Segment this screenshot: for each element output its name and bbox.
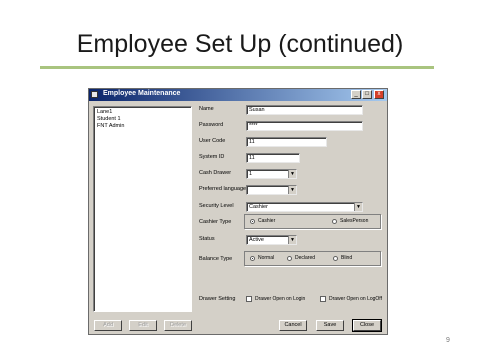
- list-item[interactable]: Student 1: [97, 116, 121, 122]
- window-app-icon: [91, 91, 98, 98]
- drawer-open-login-label: Drawer Open on Login: [255, 296, 306, 302]
- drawer-open-logoff-label: Drawer Open on LogOff: [329, 296, 382, 302]
- balance-type-group: Normal Declared Blind: [244, 251, 381, 266]
- blind-radio[interactable]: [333, 256, 338, 261]
- security-level-label: Security Level: [199, 203, 234, 209]
- cashier-type-label: Cashier Type: [199, 219, 232, 225]
- dropdown-arrow-icon[interactable]: ▼: [288, 236, 296, 244]
- system-id-label: System ID: [199, 154, 225, 160]
- password-field[interactable]: ****: [246, 121, 363, 131]
- user-code-label: User Code: [199, 138, 226, 144]
- add-button[interactable]: Add: [94, 320, 122, 331]
- save-button[interactable]: Save: [316, 320, 344, 331]
- cash-drawer-value: 1: [249, 171, 253, 177]
- security-level-dropdown[interactable]: Cashier ▼: [246, 202, 363, 212]
- preferred-language-dropdown[interactable]: ▼: [246, 185, 297, 195]
- list-item[interactable]: FNT Admin: [97, 123, 124, 129]
- close-window-button[interactable]: x: [374, 90, 384, 99]
- user-code-field[interactable]: 11: [246, 137, 327, 147]
- password-label: Password: [199, 122, 224, 128]
- cashier-radio[interactable]: [250, 219, 255, 224]
- cashier-option-label: Cashier: [258, 218, 276, 224]
- slide-title: Employee Set Up (continued): [76, 30, 404, 58]
- list-item[interactable]: Lane1: [97, 109, 112, 115]
- cancel-button[interactable]: Cancel: [279, 320, 307, 331]
- dropdown-arrow-icon[interactable]: ▼: [288, 186, 296, 194]
- edit-button[interactable]: Edit: [129, 320, 157, 331]
- dropdown-arrow-icon[interactable]: ▼: [288, 170, 296, 178]
- salesperson-option-label: SalesPerson: [340, 218, 369, 224]
- salesperson-radio[interactable]: [332, 219, 337, 224]
- declared-radio[interactable]: [287, 256, 292, 261]
- window-titlebar[interactable]: Employee Maintenance _ □ x: [89, 89, 387, 101]
- page-number: 9: [446, 337, 450, 344]
- status-dropdown[interactable]: Active ▼: [246, 235, 297, 245]
- preferred-language-label: Preferred language: [199, 186, 247, 192]
- title-divider: [40, 66, 434, 69]
- minimize-button[interactable]: _: [351, 90, 361, 99]
- security-level-value: Cashier: [249, 204, 268, 210]
- cashier-type-group: Cashier SalesPerson: [244, 214, 381, 229]
- delete-button[interactable]: Delete: [164, 320, 192, 331]
- drawer-open-login-checkbox[interactable]: [246, 296, 252, 302]
- window-title: Employee Maintenance: [103, 90, 181, 97]
- balance-type-label: Balance Type: [199, 256, 233, 262]
- status-value: Active: [249, 237, 264, 243]
- dropdown-arrow-icon[interactable]: ▼: [354, 203, 362, 211]
- employee-maintenance-window: Employee Maintenance _ □ x Lane1 Student…: [88, 88, 388, 335]
- blind-option-label: Blind: [341, 255, 353, 261]
- status-label: Status: [199, 236, 215, 242]
- drawer-open-logoff-checkbox[interactable]: [320, 296, 326, 302]
- normal-radio[interactable]: [250, 256, 255, 261]
- normal-option-label: Normal: [258, 255, 275, 261]
- drawer-setting-label: Drawer Setting: [199, 296, 236, 302]
- employee-list[interactable]: Lane1 Student 1 FNT Admin: [93, 106, 192, 312]
- cash-drawer-dropdown[interactable]: 1 ▼: [246, 169, 297, 179]
- name-label: Name: [199, 106, 214, 112]
- name-field[interactable]: Susan: [246, 105, 363, 115]
- maximize-button[interactable]: □: [362, 90, 372, 99]
- close-button[interactable]: Close: [352, 319, 382, 332]
- cash-drawer-label: Cash Drawer: [199, 170, 232, 176]
- declared-option-label: Declared: [295, 255, 316, 261]
- system-id-field[interactable]: 11: [246, 153, 300, 163]
